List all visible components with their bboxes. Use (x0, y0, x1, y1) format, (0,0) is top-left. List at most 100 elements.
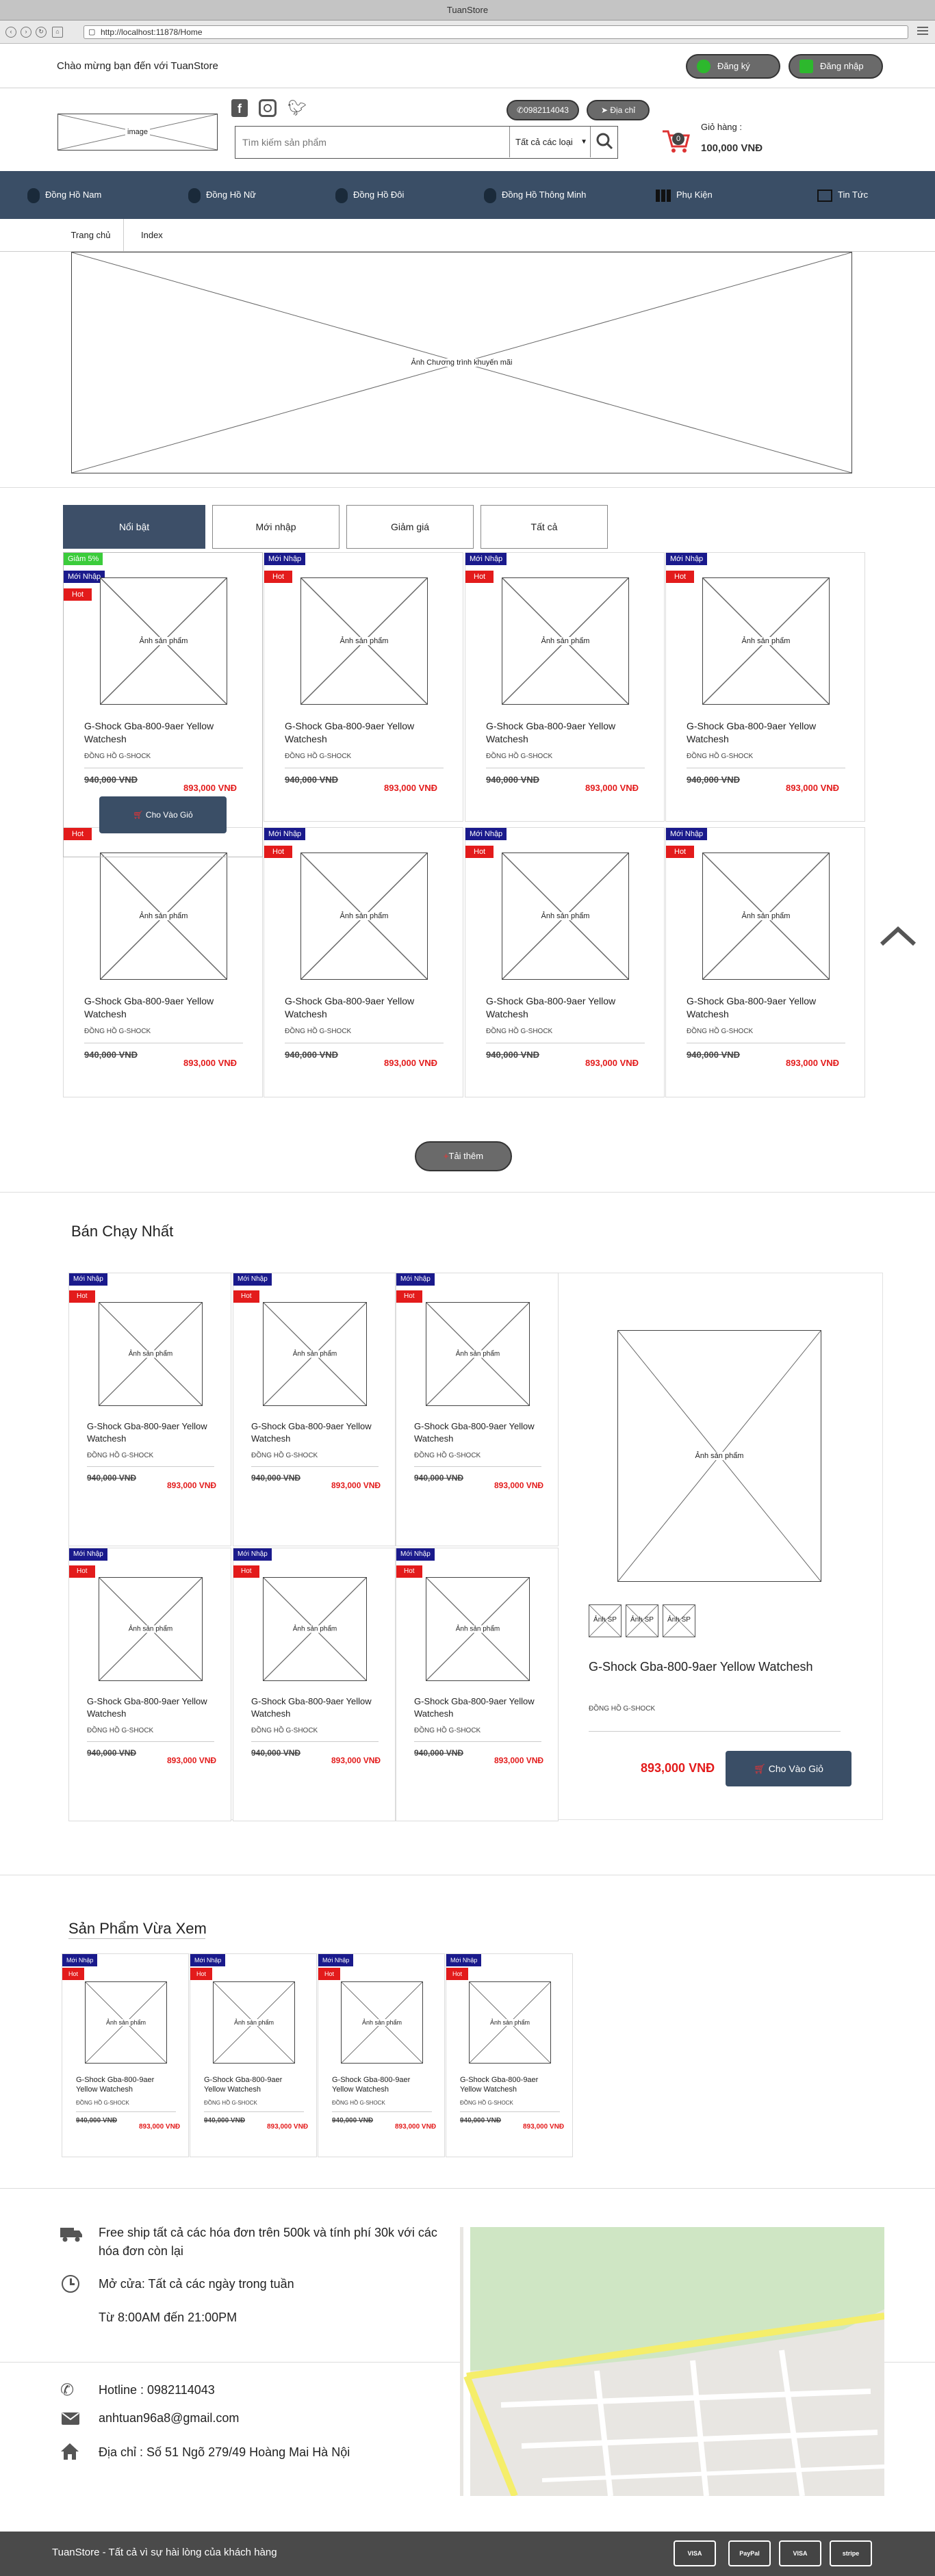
product-name[interactable]: G-Shock Gba-800-9aer Yellow Watchesh (204, 2075, 304, 2094)
product-name[interactable]: G-Shock Gba-800-9aer Yellow Watchesh (486, 995, 645, 1021)
featured-product-category: ĐỒNG HỒ G-SHOCK (589, 1705, 656, 1713)
instagram-icon[interactable] (259, 99, 277, 117)
product-name[interactable]: G-Shock Gba-800-9aer Yellow Watchesh (87, 1420, 214, 1445)
product-card[interactable]: Mới Nhập Hot Ảnh sản phẩm G-Shock Gba-800-9… (264, 552, 463, 822)
featured-thumb-2[interactable]: Ảnh SP (626, 1604, 658, 1637)
reload-icon[interactable]: ↻ (36, 27, 47, 38)
product-card[interactable]: Mới Nhập Hot Ảnh sản phẩm G-Shock Gba-800-9… (190, 1953, 317, 2157)
category-select[interactable]: Tất cả các loại ▼ (509, 127, 590, 157)
product-image[interactable]: Ảnh sản phẩm (341, 1981, 423, 2064)
product-name[interactable]: G-Shock Gba-800-9aer Yellow Watchesh (84, 720, 243, 746)
product-name[interactable]: G-Shock Gba-800-9aer Yellow Watchesh (251, 1420, 379, 1445)
nav-item-men[interactable]: Đồng Hồ Nam (27, 171, 101, 219)
search-button[interactable] (590, 127, 617, 157)
breadcrumb-home[interactable]: Trang chủ (58, 219, 124, 252)
promo-banner[interactable]: Ảnh Chương trình khuyến mãi (71, 252, 852, 473)
product-name[interactable]: G-Shock Gba-800-9aer Yellow Watchesh (76, 2075, 176, 2094)
product-image[interactable]: Ảnh sản phẩm (100, 853, 227, 980)
back-to-top-icon[interactable] (878, 924, 919, 948)
product-name[interactable]: G-Shock Gba-800-9aer Yellow Watchesh (84, 995, 243, 1021)
twitter-icon[interactable]: 🐦︎ (287, 99, 307, 117)
product-name[interactable]: G-Shock Gba-800-9aer Yellow Watchesh (285, 720, 444, 746)
product-name[interactable]: G-Shock Gba-800-9aer Yellow Watchesh (251, 1695, 379, 1720)
product-name[interactable]: G-Shock Gba-800-9aer Yellow Watchesh (332, 2075, 432, 2094)
nav-item-women[interactable]: Đồng Hồ Nữ (188, 171, 256, 219)
product-image[interactable]: Ảnh sản phẩm (702, 853, 830, 980)
product-name[interactable]: G-Shock Gba-800-9aer Yellow Watchesh (460, 2075, 560, 2094)
product-image[interactable]: Ảnh sản phẩm (263, 1577, 367, 1681)
featured-add-to-cart-button[interactable]: 🛒︎ Cho Vào Giỏ (726, 1751, 851, 1786)
product-card[interactable]: Hot Ảnh sản phẩm G-Shock Gba-800-9aer Yell… (63, 827, 263, 1097)
product-image[interactable]: Ảnh sản phẩm (502, 577, 629, 705)
facebook-icon[interactable]: f (231, 99, 248, 117)
product-card[interactable]: Mới Nhập Hot Ảnh sản phẩm G-Shock Gba-800-9… (665, 552, 865, 822)
product-image[interactable]: Ảnh sản phẩm (426, 1302, 530, 1406)
product-name[interactable]: G-Shock Gba-800-9aer Yellow Watchesh (687, 720, 845, 746)
nav-item-smart[interactable]: Đồng Hồ Thông Minh (484, 171, 586, 219)
product-card[interactable]: Mới Nhập Hot Ảnh sản phẩm G-Shock Gba-800-9… (396, 1548, 559, 1821)
product-card[interactable]: Giảm 5% Mới Nhập Hot Ảnh sản phẩm G-Shock Gb… (63, 552, 263, 857)
product-image[interactable]: Ảnh sản phẩm (300, 577, 428, 705)
product-card[interactable]: Mới Nhập Hot Ảnh sản phẩm G-Shock Gba-800-9… (396, 1273, 559, 1546)
product-image[interactable]: Ảnh sản phẩm (99, 1577, 203, 1681)
address-button[interactable]: ➤ Địa chỉ (587, 100, 650, 120)
url-field[interactable]: ▢ http://localhost:11878/Home (84, 25, 908, 39)
product-card[interactable]: Mới Nhập Hot Ảnh sản phẩm G-Shock Gba-800-9… (264, 827, 463, 1097)
tab-featured[interactable]: Nổi bật (63, 505, 205, 549)
product-card[interactable]: Mới Nhập Hot Ảnh sản phẩm G-Shock Gba-800-9… (318, 1953, 445, 2157)
store-map[interactable] (460, 2227, 884, 2496)
featured-thumb-3[interactable]: Ảnh SP (663, 1604, 695, 1637)
login-button[interactable]: Đăng nhập (789, 54, 883, 79)
product-card[interactable]: Mới Nhập Hot Ảnh sản phẩm G-Shock Gba-800-9… (62, 1953, 189, 2157)
product-image[interactable]: Ảnh sản phẩm (99, 1302, 203, 1406)
hotline[interactable]: Hotline : 0982114043 (99, 2383, 215, 2397)
register-button[interactable]: Đăng ký (686, 54, 780, 79)
cart-icon[interactable]: 0 (661, 127, 690, 153)
back-icon[interactable]: ‹ (5, 27, 16, 38)
product-image[interactable]: Ảnh sản phẩm (213, 1981, 295, 2064)
product-card[interactable]: Mới Nhập Hot Ảnh sản phẩm G-Shock Gba-800-9… (68, 1548, 231, 1821)
nav-item-couple[interactable]: Đồng Hồ Đôi (335, 171, 404, 219)
menu-icon[interactable] (917, 27, 928, 36)
home-icon[interactable]: ⌂ (52, 27, 63, 38)
product-name[interactable]: G-Shock Gba-800-9aer Yellow Watchesh (486, 720, 645, 746)
product-image[interactable]: Ảnh sản phẩm (100, 577, 227, 705)
tab-sale[interactable]: Giảm giá (346, 505, 474, 549)
product-card[interactable]: Mới Nhập Hot Ảnh sản phẩm G-Shock Gba-800-9… (446, 1953, 573, 2157)
product-category: ĐỒNG HỒ G-SHOCK (460, 2100, 513, 2106)
product-card[interactable]: Mới Nhập Hot Ảnh sản phẩm G-Shock Gba-800-9… (233, 1548, 396, 1821)
product-card[interactable]: Mới Nhập Hot Ảnh sản phẩm G-Shock Gba-800-9… (233, 1273, 396, 1546)
load-more-button[interactable]: +Tải thêm (415, 1141, 512, 1171)
featured-product-name[interactable]: G-Shock Gba-800-9aer Yellow Watchesh (589, 1660, 813, 1674)
product-card[interactable]: Mới Nhập Hot Ảnh sản phẩm G-Shock Gba-800-9… (465, 552, 665, 822)
paypal-icon: PayPal (728, 2540, 771, 2566)
email[interactable]: anhtuan96a8@gmail.com (99, 2411, 239, 2425)
product-image[interactable]: Ảnh sản phẩm (502, 853, 629, 980)
product-card[interactable]: Mới Nhập Hot Ảnh sản phẩm G-Shock Gba-800-9… (68, 1273, 231, 1546)
site-logo[interactable]: image (57, 114, 218, 151)
product-image[interactable]: Ảnh sản phẩm (702, 577, 830, 705)
product-name[interactable]: G-Shock Gba-800-9aer Yellow Watchesh (414, 1695, 541, 1720)
featured-product-image[interactable]: Ảnh sản phẩm (617, 1330, 821, 1582)
product-image[interactable]: Ảnh sản phẩm (263, 1302, 367, 1406)
featured-thumb-1[interactable]: Ảnh SP (589, 1604, 622, 1637)
product-name[interactable]: G-Shock Gba-800-9aer Yellow Watchesh (414, 1420, 541, 1445)
product-image[interactable]: Ảnh sản phẩm (85, 1981, 167, 2064)
product-image[interactable]: Ảnh sản phẩm (469, 1981, 551, 2064)
tab-new[interactable]: Mới nhập (212, 505, 340, 549)
old-price: 940,000 VNĐ (285, 1050, 339, 1060)
product-card[interactable]: Mới Nhập Hot Ảnh sản phẩm G-Shock Gba-800-9… (465, 827, 665, 1097)
product-card[interactable]: Mới Nhập Hot Ảnh sản phẩm G-Shock Gba-800-9… (665, 827, 865, 1097)
search-input[interactable] (235, 127, 509, 157)
product-name[interactable]: G-Shock Gba-800-9aer Yellow Watchesh (285, 995, 444, 1021)
phone-button[interactable]: ✆0982114043 (507, 100, 579, 120)
forward-icon[interactable]: › (21, 27, 31, 38)
product-name[interactable]: G-Shock Gba-800-9aer Yellow Watchesh (687, 995, 845, 1021)
nav-item-news[interactable]: Tin Tức (817, 171, 868, 219)
tab-all[interactable]: Tất cả (481, 505, 608, 549)
nav-item-accessories[interactable]: Phụ Kiện (656, 171, 713, 219)
product-name[interactable]: G-Shock Gba-800-9aer Yellow Watchesh (87, 1695, 214, 1720)
product-image[interactable]: Ảnh sản phẩm (300, 853, 428, 980)
product-image[interactable]: Ảnh sản phẩm (426, 1577, 530, 1681)
add-to-cart-button[interactable]: 🛒︎ Cho Vào Giỏ (99, 796, 227, 833)
